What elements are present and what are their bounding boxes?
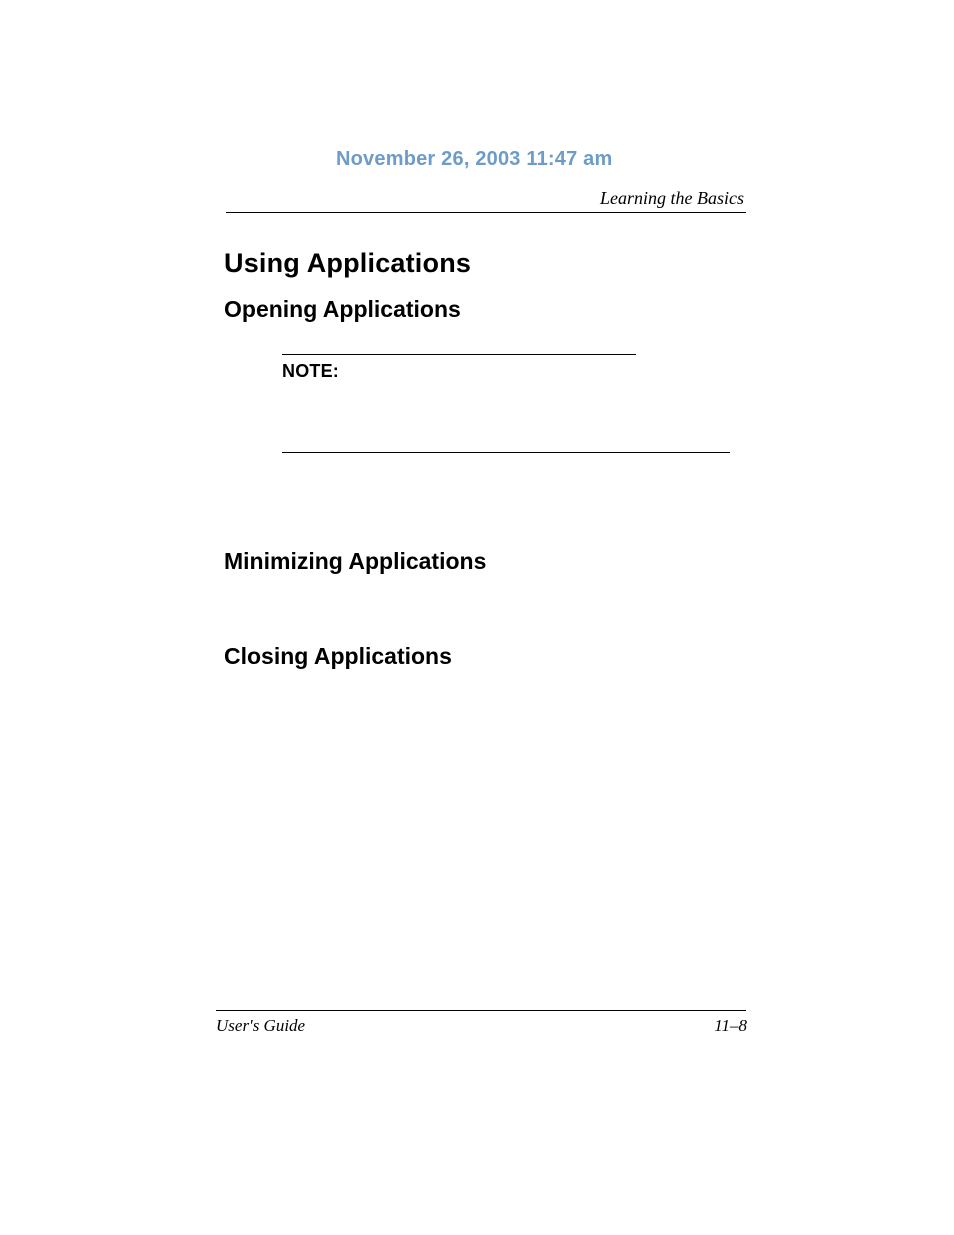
subsection-heading-minimizing-applications: Minimizing Applications [224, 548, 486, 575]
note-top-rule [282, 354, 636, 355]
footer-rule [216, 1010, 746, 1011]
footer-document-title: User's Guide [216, 1016, 305, 1036]
footer-page-number: 11–8 [714, 1016, 747, 1036]
note-label: NOTE: [282, 361, 730, 382]
note-bottom-rule [282, 452, 730, 453]
subsection-heading-opening-applications: Opening Applications [224, 296, 461, 323]
subsection-heading-closing-applications: Closing Applications [224, 643, 452, 670]
page-timestamp: November 26, 2003 11:47 am [336, 148, 613, 171]
document-page: November 26, 2003 11:47 am Learning the … [0, 0, 954, 1235]
header-rule [226, 212, 746, 213]
chapter-title: Learning the Basics [600, 188, 744, 209]
section-heading-using-applications: Using Applications [224, 248, 471, 279]
note-callout: NOTE: [282, 354, 730, 453]
